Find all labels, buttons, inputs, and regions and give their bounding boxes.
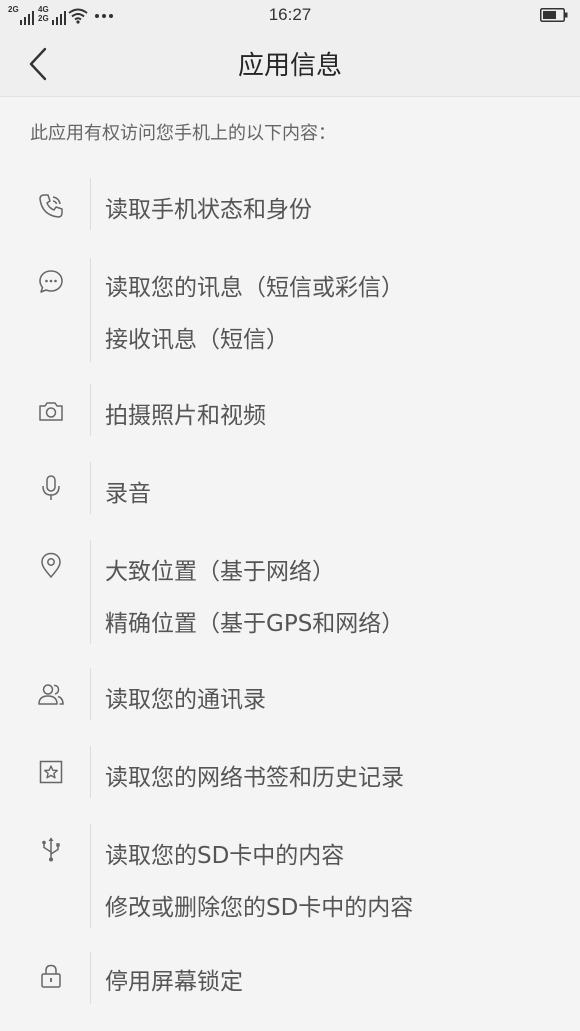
divider [90,178,91,230]
permission-label: 停用屏幕锁定 [105,969,243,995]
bookmark-star-icon [39,760,63,784]
divider [90,824,91,928]
battery-icon [540,8,568,22]
phone-icon [39,194,63,218]
divider [90,462,91,514]
divider [90,668,91,720]
lock-icon [41,964,61,988]
status-bar: 2G 4G 2G 16:27 [0,0,580,32]
microphone-icon [42,475,60,500]
permission-label: 读取您的讯息（短信或彩信） [105,275,404,301]
status-time: 16:27 [268,5,312,24]
divider [90,746,91,798]
permission-label: 大致位置（基于网络） [105,559,335,585]
permission-label: 读取您的通讯录 [105,687,266,713]
message-icon [39,270,63,293]
permission-label: 拍摄照片和视频 [105,403,266,429]
contacts-icon [38,684,64,705]
permission-label: 读取您的SD卡中的内容 [105,843,345,869]
camera-icon [39,402,63,421]
usb-icon [42,837,60,862]
page-title: 应用信息 [237,51,342,81]
permission-label: 录音 [105,481,151,507]
permission-label: 接收讯息（短信） [105,327,289,353]
location-pin-icon [41,552,61,578]
permission-label: 精确位置（基于GPS和网络） [105,611,405,637]
permission-label: 修改或删除您的SD卡中的内容 [105,895,414,921]
permission-label: 读取手机状态和身份 [105,197,312,223]
divider [90,952,91,1004]
nav-bar: 应用信息 [0,32,580,97]
permissions-intro: 此应用有权访问您手机上的以下内容： [30,123,336,144]
permission-label: 读取您的网络书签和历史记录 [105,765,404,791]
divider [90,540,91,644]
divider [90,258,91,362]
divider [90,384,91,436]
